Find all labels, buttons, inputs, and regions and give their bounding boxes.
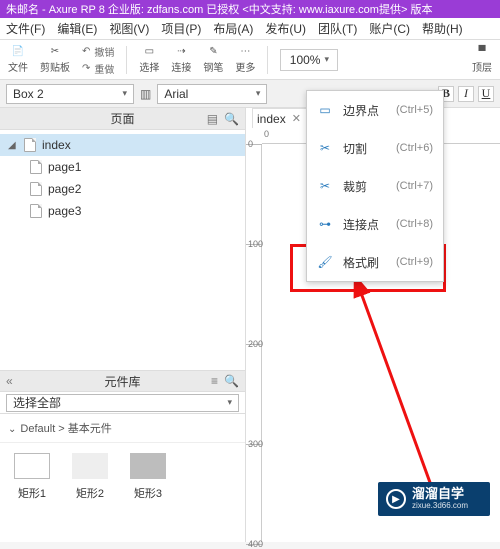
zoom-select[interactable]: 100%▾ [280, 49, 338, 71]
connect-icon: ⇢ [177, 46, 185, 57]
tool-more[interactable]: ⋯ 更多 [235, 46, 255, 74]
page-icon [30, 182, 42, 196]
title-bar: 朱邮名 - Axure RP 8 企业版: zdfans.com 已授权 <中文… [0, 0, 500, 18]
tool-align-top[interactable]: ▀ 顶层 [472, 46, 492, 74]
play-icon: ▶ [386, 489, 406, 509]
cut-icon: ✂ [51, 46, 59, 57]
chevron-down-icon: ▾ [256, 88, 261, 99]
more-icon: ⋯ [240, 46, 250, 57]
menu-view[interactable]: 视图(V) [109, 20, 149, 37]
menu-layout[interactable]: 布局(A) [213, 20, 253, 37]
add-page-icon[interactable]: ▤ [207, 112, 218, 126]
text-format: B I U [438, 86, 494, 102]
context-cut-icon[interactable]: ✂切割(Ctrl+6) [307, 129, 443, 167]
lib-rect2[interactable]: 矩形2 [72, 453, 108, 501]
copy-style-icon[interactable]: ▥ [140, 87, 151, 101]
page-icon [30, 204, 42, 218]
divider [126, 46, 127, 74]
title-text: 朱邮名 - Axure RP 8 企业版: zdfans.com 已授权 <中文… [6, 1, 432, 17]
tool-file[interactable]: 📄 文件 [8, 46, 28, 74]
tree-root[interactable]: ◢ index [0, 134, 245, 156]
tool-pen[interactable]: ✎ 钢笔 [203, 46, 223, 74]
library-panel-header: « 元件库 ≡🔍 [0, 370, 245, 392]
tool-select[interactable]: ▭ 选择 [139, 46, 159, 74]
menu-edit[interactable]: 编辑(E) [57, 20, 97, 37]
italic-button[interactable]: I [458, 86, 474, 102]
lib-rect3[interactable]: 矩形3 [130, 453, 166, 501]
redo-icon: ↷ [82, 63, 90, 74]
file-icon: 📄 [12, 46, 24, 57]
chevron-down-icon: ▾ [122, 88, 127, 99]
page-icon [24, 138, 36, 152]
cut-icon: ✂ [317, 141, 333, 155]
collapse-icon[interactable]: « [6, 374, 13, 388]
undo-icon: ↶ [82, 46, 90, 57]
brand-badge: ▶ 溜溜自学 zixue.3d66.com [378, 482, 490, 516]
underline-button[interactable]: U [478, 86, 494, 102]
page-tree: ◢ index page1 page2 page3 [0, 130, 245, 370]
boundary-icon: ▭ [317, 103, 333, 117]
left-column: 页面 ▤🔍 ◢ index page1 page2 page3 « [0, 108, 246, 542]
menu-publish[interactable]: 发布(U) [265, 20, 306, 37]
chevron-down-icon: ◢ [8, 140, 18, 151]
font-select[interactable]: Arial▾ [157, 84, 267, 104]
menu-file[interactable]: 文件(F) [6, 20, 45, 37]
select-icon: ▭ [145, 46, 154, 57]
context-crop-icon[interactable]: ✂裁剪(Ctrl+7) [307, 167, 443, 205]
format-brush-icon: 🖌 [317, 255, 333, 269]
context-menu: ▭边界点(Ctrl+5)✂切割(Ctrl+6)✂裁剪(Ctrl+7)⊶连接点(C… [306, 90, 444, 282]
tool-undo-redo: ↶撤销 ↷重做 [82, 44, 114, 76]
tree-item-page3[interactable]: page3 [0, 200, 245, 222]
align-top-icon: ▀ [478, 46, 485, 57]
tool-clipboard[interactable]: ✂ 剪贴板 [40, 46, 70, 74]
search-icon[interactable]: 🔍 [224, 374, 239, 388]
swatch-icon [14, 453, 50, 479]
context-boundary-icon[interactable]: ▭边界点(Ctrl+5) [307, 91, 443, 129]
menu-account[interactable]: 账户(C) [369, 20, 410, 37]
chevron-down-icon: ▾ [324, 54, 329, 65]
tool-undo[interactable]: ↶撤销 [82, 44, 114, 59]
menu-icon[interactable]: ≡ [211, 374, 218, 388]
search-icon[interactable]: 🔍 [224, 112, 239, 126]
tool-connect[interactable]: ⇢ 连接 [171, 46, 191, 74]
widget-name-select[interactable]: Box 2▾ [6, 84, 134, 104]
swatch-icon [72, 453, 108, 479]
library-grid: 矩形1 矩形2 矩形3 [0, 443, 245, 511]
connect-icon: ⊶ [317, 217, 333, 231]
menu-bar: 文件(F) 编辑(E) 视图(V) 项目(P) 布局(A) 发布(U) 团队(T… [0, 18, 500, 40]
ruler-vertical: 0100200300400 [246, 144, 262, 542]
context-connect-icon[interactable]: ⊶连接点(Ctrl+8) [307, 205, 443, 243]
tree-item-page2[interactable]: page2 [0, 178, 245, 200]
swatch-icon [130, 453, 166, 479]
canvas-tab[interactable]: index ✕ [252, 108, 310, 128]
library-select-row: 选择全部▾ [0, 392, 245, 414]
menu-project[interactable]: 项目(P) [161, 20, 201, 37]
page-icon [30, 160, 42, 174]
pen-icon: ✎ [209, 46, 217, 57]
context-format-brush-icon[interactable]: 🖌格式刷(Ctrl+9) [307, 243, 443, 281]
library-breadcrumb[interactable]: ⌄Default > 基本元件 [0, 414, 245, 443]
toolbar: 📄 文件 ✂ 剪贴板 ↶撤销 ↷重做 ▭ 选择 ⇢ 连接 ✎ 钢笔 ⋯ 更多 1… [0, 40, 500, 80]
library-select[interactable]: 选择全部▾ [6, 394, 239, 412]
chevron-down-icon: ▾ [227, 397, 232, 408]
menu-team[interactable]: 团队(T) [318, 20, 357, 37]
chevron-down-icon: ⌄ [8, 424, 16, 435]
pages-panel-header: 页面 ▤🔍 [0, 108, 245, 130]
divider [267, 46, 268, 74]
close-icon[interactable]: ✕ [292, 112, 301, 125]
lib-rect1[interactable]: 矩形1 [14, 453, 50, 501]
menu-help[interactable]: 帮助(H) [422, 20, 463, 37]
tree-item-page1[interactable]: page1 [0, 156, 245, 178]
crop-icon: ✂ [317, 179, 333, 193]
tool-redo[interactable]: ↷重做 [82, 61, 114, 76]
